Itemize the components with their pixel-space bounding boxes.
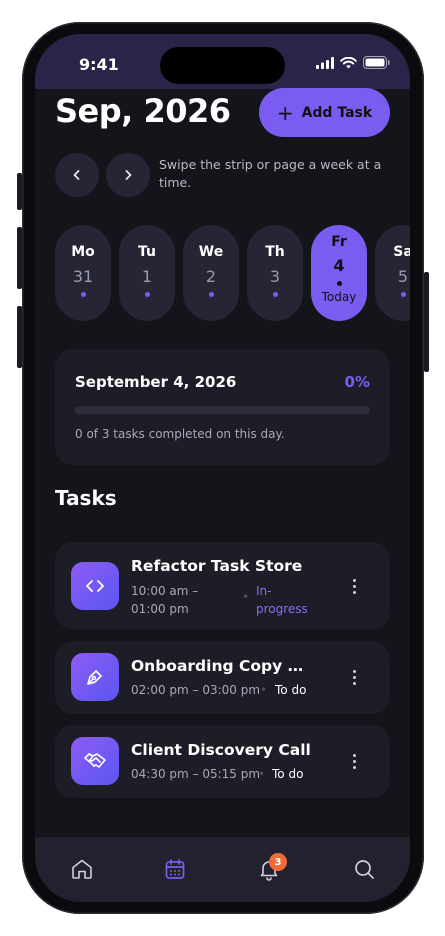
wifi-icon (340, 56, 357, 68)
chevron-right-icon (125, 170, 132, 180)
chevron-left-icon (73, 170, 80, 180)
dynamic-island (160, 47, 285, 84)
task-status: To do (272, 767, 304, 781)
add-task-button[interactable]: + Add Task (259, 88, 390, 137)
page-title: Sep, 2026 (55, 92, 231, 130)
tasks-heading: Tasks (55, 486, 117, 510)
progress-bar (75, 406, 370, 414)
next-week-button[interactable] (106, 153, 150, 197)
day-number: 31 (72, 267, 94, 286)
task-card[interactable]: Onboarding Copy Review 02:00 pm – 03:00 … (55, 641, 390, 714)
task-status: To do (275, 683, 307, 697)
day-number: 5 (397, 267, 409, 286)
tab-calendar[interactable] (159, 853, 191, 885)
day-fr-selected[interactable]: Fr 4 Today (311, 225, 367, 321)
task-name: Onboarding Copy Review (131, 657, 311, 675)
status-bar: 9:41 (35, 34, 410, 89)
task-dot (144, 292, 150, 297)
signal-icon (316, 56, 334, 69)
week-nav-hint: Swipe the strip or page a week at a time… (159, 157, 382, 190)
summary-date: September 4, 2026 (75, 373, 237, 391)
task-time: 02:00 pm – 03:00 pm (131, 683, 261, 697)
handshake-icon (71, 737, 119, 785)
plus-icon: + (276, 100, 294, 125)
task-dot (272, 292, 278, 297)
code-icon (71, 562, 119, 610)
separator-dot: • (242, 590, 250, 604)
day-th[interactable]: Th 3 (247, 225, 303, 321)
task-card[interactable]: Client Discovery Call 04:30 pm – 05:15 p… (55, 725, 390, 798)
task-name: Client Discovery Call (131, 741, 311, 759)
power-button (424, 272, 429, 372)
prev-week-button[interactable] (55, 153, 99, 197)
day-number: 2 (205, 267, 217, 286)
summary-percent: 0% (344, 373, 370, 391)
home-icon (72, 859, 92, 879)
day-we[interactable]: We 2 (183, 225, 239, 321)
summary-text: 0 of 3 tasks completed on this day. (75, 427, 285, 441)
more-options-button[interactable] (352, 579, 356, 594)
day-name: Fr (331, 234, 347, 250)
task-dot (400, 292, 406, 297)
today-label: Today (321, 290, 357, 304)
day-name: Sa (393, 244, 410, 260)
task-dot (336, 281, 342, 286)
more-options-button[interactable] (352, 670, 356, 685)
add-task-label: Add Task (301, 104, 373, 121)
more-options-button[interactable] (352, 754, 356, 769)
app-screen: 9:41 Sep, 2026 + Add Task Swipe the stri… (35, 34, 410, 902)
task-time: 04:30 pm – 05:15 pm (131, 767, 261, 781)
day-sa[interactable]: Sa 5 (375, 225, 410, 321)
task-time: 10:00 am – 01:00 pm (131, 584, 199, 616)
day-number: 1 (141, 267, 153, 286)
tab-bar (35, 837, 410, 902)
day-name: We (198, 244, 224, 260)
battery-icon (363, 56, 390, 69)
day-summary-card: September 4, 2026 0% 0 of 3 tasks comple… (55, 349, 390, 465)
status-time: 9:41 (79, 55, 119, 74)
tab-search[interactable] (348, 853, 380, 885)
task-status: In-progress (256, 584, 308, 616)
tab-home[interactable] (66, 853, 98, 885)
task-card[interactable]: Refactor Task Store 10:00 am – 01:00 pm … (55, 542, 390, 629)
day-name: Tu (138, 244, 156, 260)
pen-icon (71, 653, 119, 701)
task-name: Refactor Task Store (131, 557, 303, 575)
task-dot (80, 292, 86, 297)
status-icons (316, 56, 390, 69)
notification-badge: 3 (269, 853, 287, 871)
calendar-icon (165, 859, 185, 879)
day-number: 4 (333, 256, 345, 275)
search-icon (355, 860, 374, 879)
day-mo[interactable]: Mo 31 (55, 225, 111, 321)
separator-dot: • (260, 683, 268, 697)
separator-dot: • (258, 767, 266, 781)
day-number: 3 (269, 267, 281, 286)
day-strip[interactable]: Mo 31 Tu 1 We 2 Th 3 Fr 4 Today Sa 5 (55, 225, 410, 321)
task-dot (208, 292, 214, 297)
day-tu[interactable]: Tu 1 (119, 225, 175, 321)
day-name: Mo (71, 244, 95, 260)
day-name: Th (265, 244, 285, 260)
